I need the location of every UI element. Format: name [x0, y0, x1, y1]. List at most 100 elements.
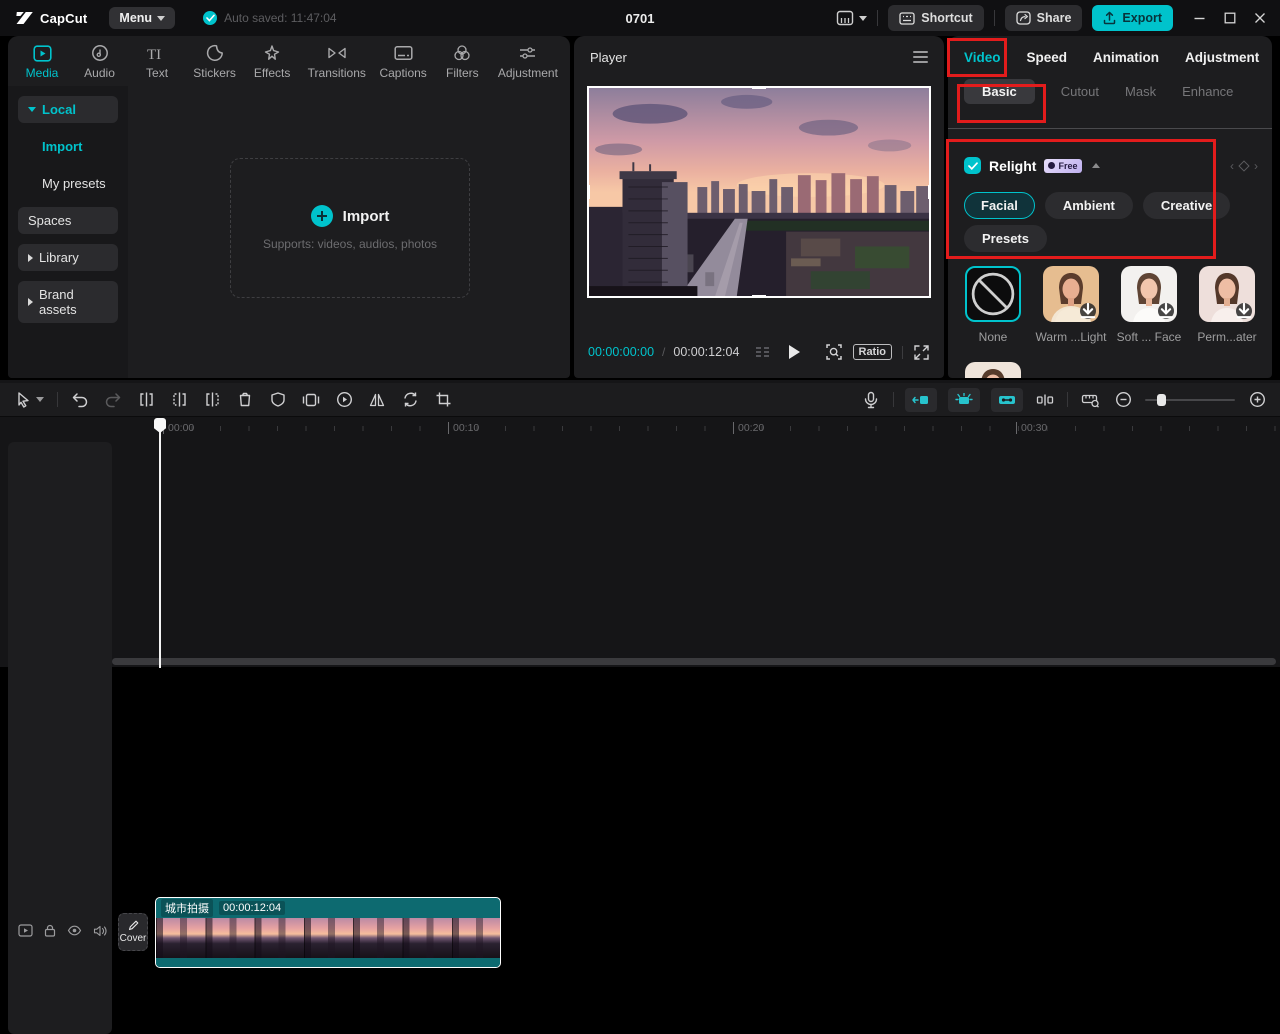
select-tool-icon[interactable]: [12, 389, 46, 411]
menu-label: Menu: [119, 11, 153, 25]
menu-button[interactable]: Menu: [109, 7, 176, 29]
overlay-icon[interactable]: [300, 389, 322, 411]
transform-handle[interactable]: [587, 185, 590, 199]
tab-text[interactable]: TI Text: [135, 43, 179, 86]
auto-link-toggle[interactable]: [991, 387, 1023, 412]
preset-label: None: [978, 330, 1008, 344]
maximize-button[interactable]: [1224, 12, 1236, 24]
ruler-label: 00:30: [1016, 422, 1047, 434]
video-clip[interactable]: 城市拍摄 00:00:12:04: [155, 897, 501, 968]
subtab-enhance[interactable]: Enhance: [1182, 84, 1233, 99]
sidebar-item-spaces[interactable]: Spaces: [18, 207, 118, 234]
relight-checkbox[interactable]: [964, 157, 981, 174]
timeline-zoom-slider[interactable]: [1145, 393, 1235, 406]
tab-animation[interactable]: Animation: [1093, 50, 1159, 65]
timeline-ruler[interactable]: 00:00 00:10 00:20 00:30: [0, 417, 1280, 442]
magnetic-snap-toggle[interactable]: [905, 387, 937, 412]
mute-track-icon[interactable]: [93, 925, 107, 937]
collapse-icon[interactable]: [1092, 163, 1101, 168]
chevron-down-icon: [35, 397, 44, 402]
delete-right-icon[interactable]: [201, 389, 223, 411]
subtab-cutout[interactable]: Cutout: [1061, 84, 1099, 99]
subtab-basic[interactable]: Basic: [964, 79, 1035, 104]
carousel-next-icon[interactable]: ›: [1254, 159, 1258, 173]
tab-filters[interactable]: Filters: [440, 43, 484, 86]
transform-handle[interactable]: [752, 295, 766, 298]
delete-icon[interactable]: [234, 389, 256, 411]
minimize-button[interactable]: [1193, 12, 1206, 25]
preset-perm-water[interactable]: [1199, 266, 1255, 322]
delete-left-icon[interactable]: [168, 389, 190, 411]
preview-axis-icon[interactable]: [1034, 389, 1056, 411]
tab-video[interactable]: Video: [964, 50, 1001, 65]
tab-adjustment[interactable]: Adjustment: [1185, 50, 1259, 65]
zoom-in-icon[interactable]: [1246, 389, 1268, 411]
sidebar-item-local[interactable]: Local: [18, 96, 118, 123]
relight-mode-ambient[interactable]: Ambient: [1044, 192, 1133, 219]
layout-switch-icon[interactable]: [836, 10, 868, 26]
export-button[interactable]: Export: [1092, 5, 1173, 31]
transform-handle[interactable]: [928, 185, 931, 199]
transform-handle[interactable]: [752, 86, 766, 89]
cover-button[interactable]: Cover: [118, 913, 148, 951]
mirror-icon[interactable]: [366, 389, 388, 411]
reset-icon[interactable]: [1238, 160, 1250, 172]
tab-speed[interactable]: Speed: [1027, 50, 1068, 65]
main-track-magnet-toggle[interactable]: [948, 387, 980, 412]
rotate-icon[interactable]: [399, 389, 421, 411]
tab-transitions[interactable]: Transitions: [308, 43, 366, 86]
undo-icon[interactable]: [69, 389, 91, 411]
video-preview[interactable]: [587, 86, 931, 298]
close-button[interactable]: [1254, 12, 1266, 24]
redo-icon[interactable]: [102, 389, 124, 411]
sidebar-item-label: Brand assets: [39, 287, 77, 317]
preset-partial-thumbnail[interactable]: [965, 362, 1021, 378]
preview-quality-icon[interactable]: [825, 343, 843, 361]
export-label: Export: [1122, 11, 1162, 25]
zoom-out-icon[interactable]: [1112, 389, 1134, 411]
relight-mode-creative[interactable]: Creative: [1142, 192, 1231, 219]
tab-adjustment[interactable]: Adjustment: [498, 43, 558, 86]
hide-track-icon[interactable]: [67, 925, 82, 936]
media-panel: Media Audio TI Text Stickers Effects Tra…: [8, 36, 570, 378]
import-dropzone[interactable]: Import Supports: videos, audios, photos: [230, 158, 470, 298]
playhead[interactable]: [159, 418, 161, 668]
ratio-button[interactable]: Ratio: [852, 344, 892, 360]
sidebar-item-brand-assets[interactable]: Brand assets: [18, 281, 118, 323]
record-voiceover-icon[interactable]: [860, 389, 882, 411]
sidebar-item-library[interactable]: Library: [18, 244, 118, 271]
tab-audio[interactable]: Audio: [78, 43, 122, 86]
tab-effects[interactable]: Effects: [250, 43, 294, 86]
captions-icon: [394, 43, 413, 63]
sidebar-item-my-presets[interactable]: My presets: [18, 170, 118, 197]
tab-label: Adjustment: [497, 66, 558, 80]
frame-step-icon[interactable]: [753, 345, 773, 359]
share-button[interactable]: Share: [1004, 5, 1083, 31]
player-menu-icon[interactable]: [913, 51, 928, 63]
timecode-separator: /: [662, 345, 666, 359]
fullscreen-icon[interactable]: [913, 344, 930, 361]
timeline-settings-icon[interactable]: [1079, 389, 1101, 411]
relight-mode-presets[interactable]: Presets: [964, 225, 1047, 252]
capcut-logo-icon: [16, 12, 33, 24]
split-icon[interactable]: [135, 389, 157, 411]
relight-mode-facial[interactable]: Facial: [964, 192, 1035, 219]
preset-soft-face[interactable]: [1121, 266, 1177, 322]
preset-warm-light[interactable]: [1043, 266, 1099, 322]
mask-icon[interactable]: [267, 389, 289, 411]
subtab-mask[interactable]: Mask: [1125, 84, 1156, 99]
lock-track-icon[interactable]: [44, 924, 56, 937]
tab-stickers[interactable]: Stickers: [193, 43, 237, 86]
play-button[interactable]: [789, 345, 801, 359]
carousel-prev-icon[interactable]: ‹: [1230, 159, 1234, 173]
crop-icon[interactable]: [432, 389, 454, 411]
shortcut-button[interactable]: Shortcut: [888, 5, 984, 31]
tab-captions[interactable]: Captions: [379, 43, 427, 86]
timeline-scrollbar[interactable]: [112, 658, 1276, 665]
preset-none[interactable]: [965, 266, 1021, 322]
sidebar-item-import[interactable]: Import: [18, 133, 118, 160]
sidebar-item-label: Library: [39, 250, 79, 265]
speed-icon[interactable]: [333, 389, 355, 411]
zoom-slider-handle[interactable]: [1157, 393, 1166, 406]
tab-media[interactable]: Media: [20, 43, 64, 86]
